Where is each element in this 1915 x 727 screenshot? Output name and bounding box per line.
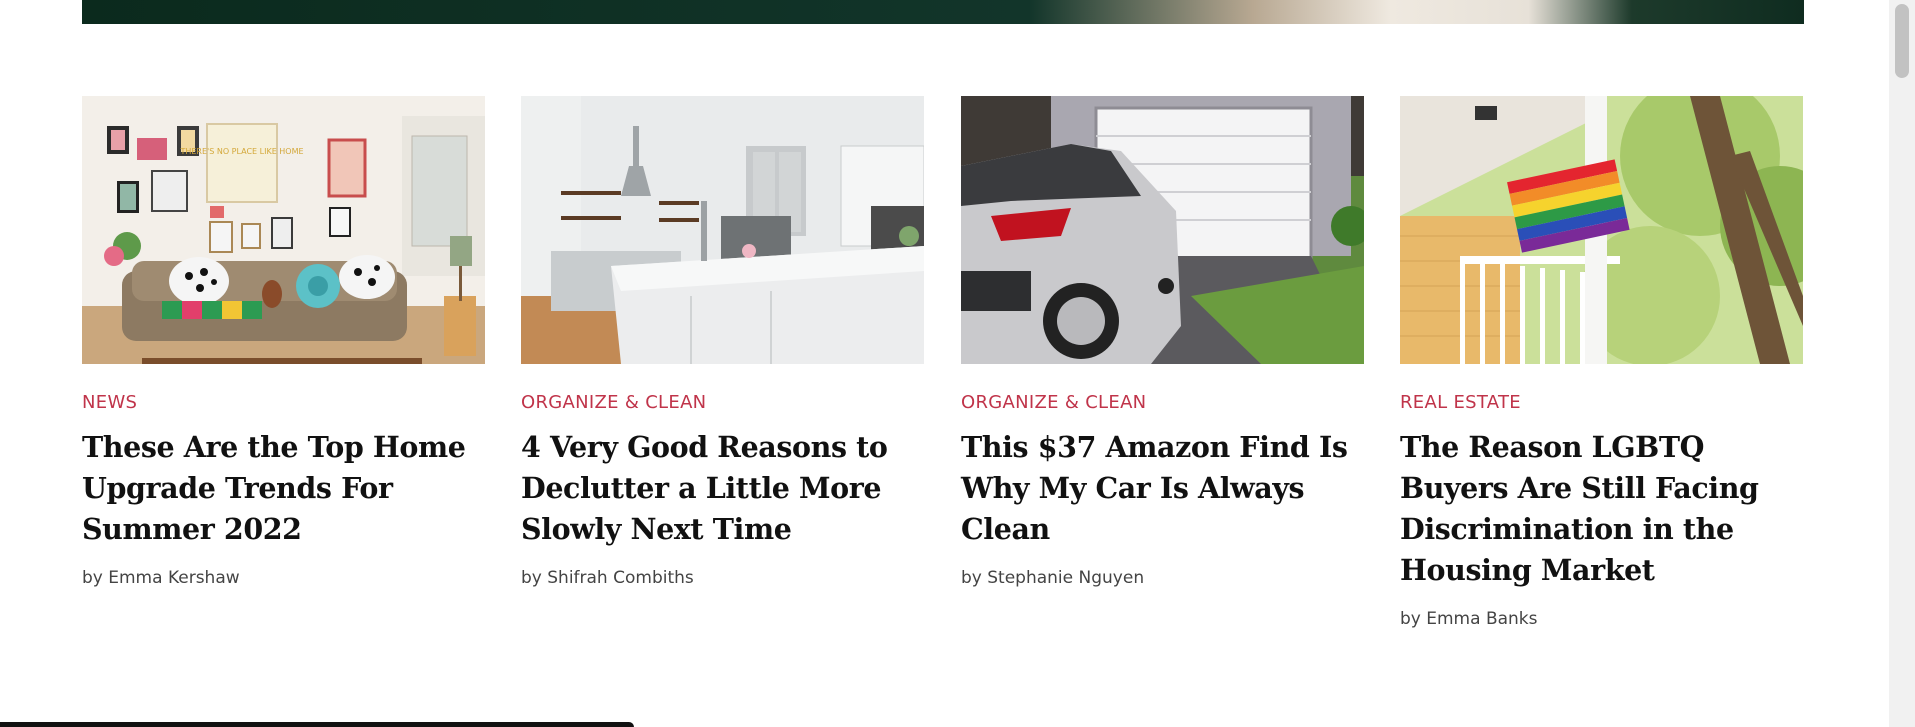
article-card[interactable]: Real Estate The Reason LGBTQ Buyers Are … [1400,96,1803,631]
article-card[interactable]: Organize & Clean 4 Very Good Reasons to … [521,96,924,590]
article-thumbnail[interactable] [521,96,924,364]
article-thumbnail[interactable] [1400,96,1803,364]
article-category[interactable]: Real Estate [1400,391,1803,415]
article-title[interactable]: This $37 Amazon Find Is Why My Car Is Al… [961,427,1364,550]
article-author[interactable]: by Emma Banks [1400,607,1803,631]
living-room-image: THERE'S NO PLACE LIKE HOME [82,96,485,364]
article-card[interactable]: THERE'S NO PLACE LIKE HOME NEWS These Ar… [82,96,485,590]
hero-image-strip[interactable] [82,0,1804,24]
scrollbar-thumb[interactable] [1895,4,1909,78]
kitchen-image [521,96,924,364]
poster-text: THERE'S NO PLACE LIKE HOME [179,147,303,156]
article-category[interactable]: News [82,391,485,415]
article-thumbnail[interactable]: THERE'S NO PLACE LIKE HOME [82,96,485,364]
article-author[interactable]: by Stephanie Nguyen [961,566,1364,590]
article-title[interactable]: These Are the Top Home Upgrade Trends Fo… [82,427,485,550]
article-author[interactable]: by Emma Kershaw [82,566,485,590]
car-garage-image [961,96,1364,364]
article-author[interactable]: by Shifrah Combiths [521,566,924,590]
article-thumbnail[interactable] [961,96,1364,364]
article-category[interactable]: Organize & Clean [521,391,924,415]
article-title[interactable]: 4 Very Good Reasons to Declutter a Littl… [521,427,924,550]
article-title[interactable]: The Reason LGBTQ Buyers Are Still Facing… [1400,427,1803,591]
bottom-overlay-bar [0,722,634,727]
vertical-scrollbar[interactable] [1889,0,1915,727]
article-card[interactable]: Organize & Clean This $37 Amazon Find Is… [961,96,1364,590]
article-category[interactable]: Organize & Clean [961,391,1364,415]
porch-flag-image [1400,96,1803,364]
